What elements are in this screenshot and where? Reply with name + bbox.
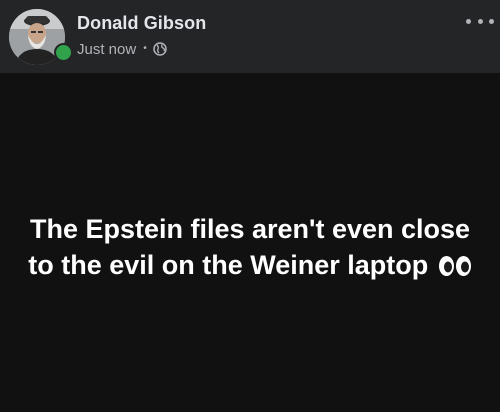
post-text: The Epstein files aren't even close to t… bbox=[0, 211, 500, 286]
post-text-line-2: to the evil on the Weiner laptop bbox=[0, 247, 500, 286]
post-timestamp[interactable]: Just now bbox=[77, 41, 136, 58]
online-status-indicator bbox=[54, 43, 73, 62]
more-options-button[interactable] bbox=[466, 10, 494, 32]
more-dot bbox=[489, 18, 494, 24]
more-dot bbox=[466, 18, 471, 24]
facebook-post: Donald Gibson Just now • The Epstein fil… bbox=[0, 0, 500, 412]
eyes-icon bbox=[438, 250, 472, 286]
meta-separator: • bbox=[143, 43, 147, 54]
post-text-line-2-content: to the evil on the Weiner laptop bbox=[28, 250, 429, 280]
author-name[interactable]: Donald Gibson bbox=[77, 13, 206, 34]
post-header: Donald Gibson Just now • bbox=[0, 0, 500, 73]
post-meta: Just now • bbox=[77, 40, 167, 58]
globe-icon[interactable] bbox=[152, 42, 167, 56]
post-text-line-1: The Epstein files aren't even close bbox=[29, 214, 471, 244]
more-dot bbox=[477, 18, 483, 24]
